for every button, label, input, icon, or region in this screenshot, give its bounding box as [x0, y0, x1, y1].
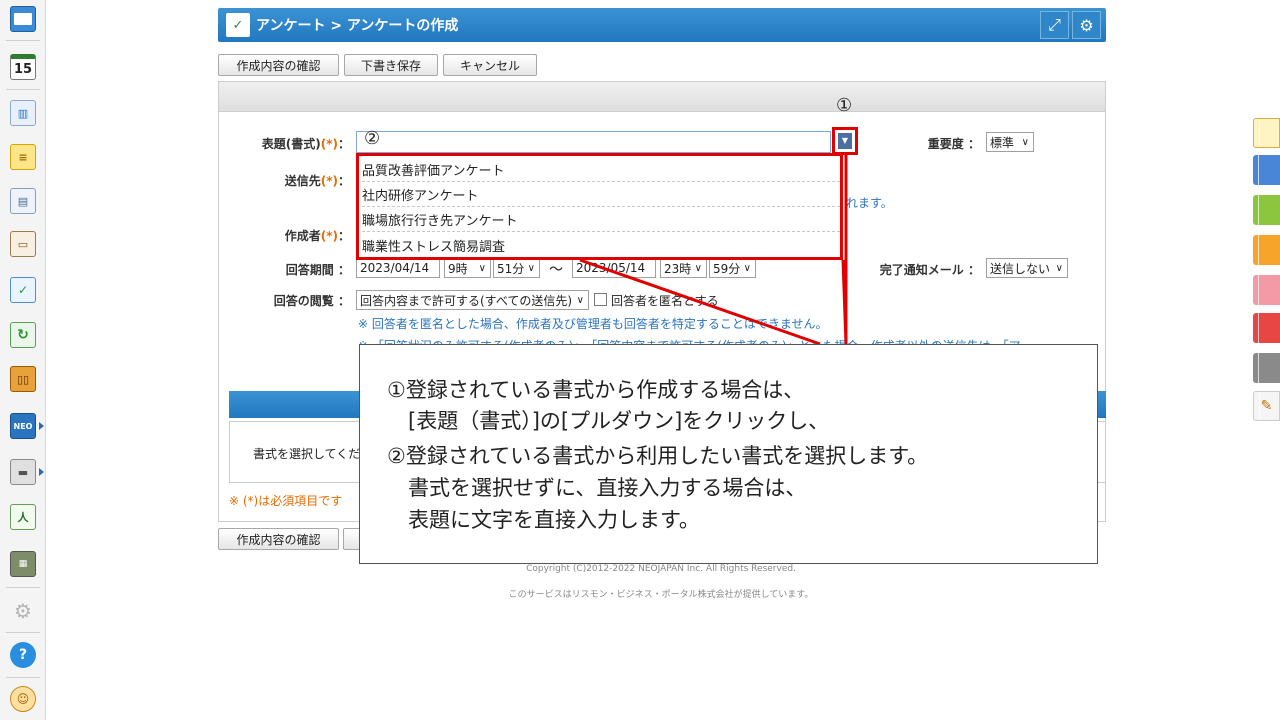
callout-line: ②登録されている書式から利用したい書式を選択します。 [387, 444, 929, 468]
dropdown-item[interactable]: 職場旅行行き先アンケート [362, 208, 840, 232]
dropdown-item[interactable]: 社内研修アンケート [362, 183, 840, 207]
format-dropdown: 品質改善評価アンケート 社内研修アンケート 職場旅行行き先アンケート 職業性スト… [356, 153, 843, 260]
callout-line: ①登録されている書式から作成する場合は、 [387, 378, 805, 402]
copyright: Copyright (C)2012-2022 NEOJAPAN Inc. All… [526, 564, 796, 574]
instruction-callout: ①登録されている書式から作成する場合は、 [表題（書式）]の[プルダウン]をクリ… [359, 344, 1098, 564]
callout-line: 表題に文字を直接入力します。 [387, 508, 700, 532]
service-notice: このサービスはリスモン・ビジネス・ポータル株式会社が提供しています。 [508, 590, 814, 600]
dropdown-item[interactable]: 品質改善評価アンケート [362, 158, 840, 182]
dropdown-item[interactable]: 職業性ストレス簡易調査 [362, 233, 840, 257]
callout-line: [表題（書式）]の[プルダウン]をクリックし、 [387, 409, 830, 433]
callout-line: 書式を選択せずに、直接入力する場合は、 [387, 476, 807, 500]
